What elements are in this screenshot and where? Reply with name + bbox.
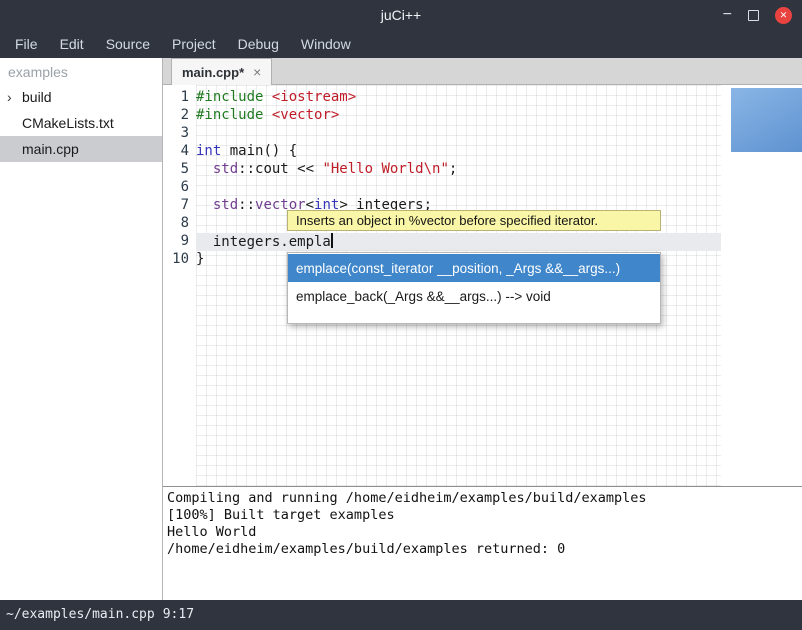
code-token: ::cout <<: [238, 161, 322, 177]
line-number: 8: [163, 215, 196, 233]
project-name: examples: [0, 58, 162, 84]
output-line: [100%] Built target examples: [167, 507, 802, 524]
output-line: Compiling and running /home/eidheim/exam…: [167, 490, 802, 507]
close-button[interactable]: ✕: [775, 7, 792, 24]
file-label: main.cpp: [22, 141, 79, 157]
code-token: int: [196, 143, 221, 159]
file-tree: › build CMakeLists.txt main.cpp: [0, 84, 162, 162]
menu-source[interactable]: Source: [95, 30, 161, 58]
tab-main-cpp[interactable]: main.cpp* ×: [171, 58, 272, 85]
code-line-6[interactable]: [196, 179, 721, 197]
chevron-right-icon[interactable]: ›: [7, 84, 12, 110]
sidebar-item-main-cpp[interactable]: main.cpp: [0, 136, 162, 162]
code-token: main() {: [221, 143, 297, 159]
sidebar: examples › build CMakeLists.txt main.cpp: [0, 58, 163, 600]
sidebar-item-build[interactable]: › build: [0, 84, 162, 110]
menu-edit[interactable]: Edit: [49, 30, 95, 58]
line-number: 6: [163, 179, 196, 197]
editor[interactable]: 12345678910 #include <iostream>#include …: [163, 85, 802, 486]
output-line: /home/eidheim/examples/build/examples re…: [167, 541, 802, 558]
code-token: std: [213, 197, 238, 213]
completion-item[interactable]: emplace(const_iterator __position, _Args…: [288, 254, 660, 282]
code-line-2[interactable]: #include <vector>: [196, 107, 721, 125]
close-icon: ✕: [780, 10, 788, 21]
code-line-1[interactable]: #include <iostream>: [196, 89, 721, 107]
doc-tooltip: Inserts an object in %vector before spec…: [287, 210, 661, 231]
code-token: ::: [238, 197, 255, 213]
menubar: FileEditSourceProjectDebugWindow: [0, 30, 802, 58]
code-token: [196, 197, 213, 213]
app-window: juCi++ − ✕ FileEditSourceProjectDebugWin…: [0, 0, 802, 630]
menu-window[interactable]: Window: [290, 30, 362, 58]
code-token: <vector>: [272, 107, 339, 123]
line-number: 1: [163, 89, 196, 107]
code-token: [263, 89, 271, 105]
line-number: 5: [163, 161, 196, 179]
code-token: std: [213, 161, 238, 177]
tab-close-icon[interactable]: ×: [253, 64, 261, 80]
code-line-9[interactable]: integers.empla: [196, 233, 721, 251]
file-label: build: [22, 89, 52, 105]
line-number: 3: [163, 125, 196, 143]
code-token: #include: [196, 89, 263, 105]
code-line-3[interactable]: [196, 125, 721, 143]
sidebar-item-cmakelists-txt[interactable]: CMakeLists.txt: [0, 110, 162, 136]
scroll-indicator[interactable]: [731, 88, 802, 152]
status-file-path: ~/examples/main.cpp: [6, 607, 155, 622]
maximize-button[interactable]: [748, 10, 759, 21]
window-controls: − ✕: [723, 0, 792, 30]
window-title: juCi++: [0, 0, 802, 30]
tabbar: main.cpp* ×: [163, 58, 802, 85]
minimize-button[interactable]: −: [723, 7, 732, 23]
menu-project[interactable]: Project: [161, 30, 227, 58]
code-token: ;: [449, 161, 457, 177]
line-number-gutter: 12345678910: [163, 85, 196, 486]
line-number: 10: [163, 251, 196, 269]
completion-item[interactable]: emplace_back(_Args &&__args...) --> void: [288, 282, 660, 310]
output-panel: Compiling and running /home/eidheim/exam…: [163, 486, 802, 600]
code-token: #include: [196, 107, 263, 123]
code-token: }: [196, 251, 204, 267]
completion-popup: emplace(const_iterator __position, _Args…: [287, 252, 661, 324]
code-token: [263, 107, 271, 123]
code-token: <iostream>: [272, 89, 356, 105]
statusbar: ~/examples/main.cpp 9:17: [0, 600, 802, 630]
titlebar: juCi++ − ✕: [0, 0, 802, 30]
line-number: 4: [163, 143, 196, 161]
code-token: [196, 161, 213, 177]
status-cursor-position: 9:17: [163, 607, 194, 622]
code-line-5[interactable]: std::cout << "Hello World\n";: [196, 161, 721, 179]
line-number: 7: [163, 197, 196, 215]
file-label: CMakeLists.txt: [22, 115, 114, 131]
editor-pane: main.cpp* × 12345678910 #include <iostre…: [163, 58, 802, 600]
line-number: 9: [163, 233, 196, 251]
menu-file[interactable]: File: [4, 30, 49, 58]
output-line: Hello World: [167, 524, 802, 541]
text-cursor: [331, 233, 333, 248]
line-number: 2: [163, 107, 196, 125]
code-token: "Hello World\n": [322, 161, 448, 177]
menu-debug[interactable]: Debug: [227, 30, 290, 58]
code-line-4[interactable]: int main() {: [196, 143, 721, 161]
code-token: integers.empla: [196, 234, 331, 250]
tab-label: main.cpp*: [182, 65, 244, 80]
